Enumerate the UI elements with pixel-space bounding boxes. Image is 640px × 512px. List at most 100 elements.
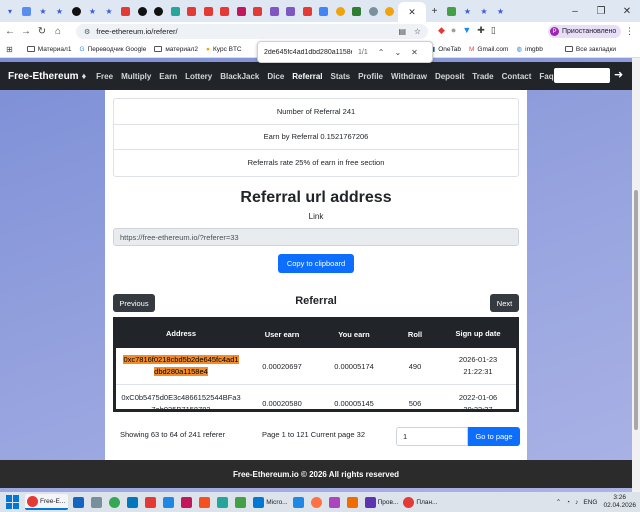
sign-in-icon[interactable]: ➜ [614,68,623,81]
find-input[interactable]: 2de645fc4ad1dbd280a1158e4 [264,49,352,56]
nav-earn[interactable]: Earn [159,72,177,81]
taskbar-app[interactable] [328,494,342,510]
taskbar-app[interactable] [145,494,158,510]
clock[interactable]: 3:26 02.04.2026 [603,494,636,510]
browser-tab[interactable] [167,3,183,19]
side-panel-icon[interactable]: ▯ [491,25,496,36]
taskbar-app[interactable] [346,494,360,510]
windows-start-icon[interactable] [6,495,20,509]
taskbar-app[interactable] [127,494,140,510]
nav-profile[interactable]: Profile [358,72,383,81]
browser-tab[interactable] [217,3,233,19]
scrollbar-thumb[interactable] [634,190,638,430]
extensions-puzzle-icon[interactable]: ✚ [477,25,485,36]
nav-referral[interactable]: Referral [292,72,322,81]
network-icon[interactable]: ◔ [566,499,570,506]
language-indicator[interactable]: ENG [583,499,597,506]
site-brand[interactable]: Free-Ethereum ♦ [8,71,86,82]
bookmark-link[interactable]: ● Курс BTC [206,46,242,53]
extension-icon[interactable]: ▼ [462,25,471,36]
browser-tab[interactable] [184,3,200,19]
browser-tab[interactable] [283,3,299,19]
find-prev-icon[interactable]: ⌃ [378,48,385,57]
page-icon[interactable]: ▤ [398,27,406,36]
browser-tab[interactable]: ★ [85,3,101,19]
bookmark-folder[interactable]: материал2 [154,46,198,53]
all-bookmarks[interactable]: Все закладки [564,46,616,53]
referral-link-field[interactable] [113,228,519,246]
nav-withdraw[interactable]: Withdraw [391,72,427,81]
nav-dice[interactable]: Dice [267,72,284,81]
home-icon[interactable]: ⌂ [50,26,66,37]
browser-tab[interactable] [316,3,332,19]
maximize-icon[interactable]: ❐ [588,6,614,17]
taskbar-app[interactable] [235,494,248,510]
taskbar-app[interactable] [73,494,86,510]
browser-tab[interactable]: ★ [101,3,117,19]
taskbar-app-plan[interactable]: План... [403,494,437,510]
browser-tab[interactable]: ★ [493,3,509,19]
find-close-icon[interactable]: ✕ [411,48,418,57]
minimize-icon[interactable]: – [562,6,588,17]
bookmark-link[interactable]: G Переводчик Google [79,46,146,53]
taskbar-app-check[interactable]: Пров... [364,494,398,510]
nav-search-input[interactable] [554,68,610,83]
nav-lottery[interactable]: Lottery [185,72,212,81]
nav-blackjack[interactable]: BlackJack [220,72,259,81]
browser-tab[interactable]: ★ [52,3,68,19]
browser-menu-icon[interactable]: ⋮ [625,26,634,37]
bookmark-link[interactable]: M Gmail.com [469,46,508,53]
back-icon[interactable]: ← [2,26,18,37]
find-next-icon[interactable]: ⌄ [394,48,401,57]
new-tab-button[interactable]: + [427,3,443,19]
bookmark-link[interactable]: ▮ OneTab [432,45,461,54]
browser-tab[interactable] [382,3,398,19]
taskbar-app[interactable] [163,494,176,510]
nav-faq[interactable]: Faq [539,72,553,81]
browser-tab[interactable]: ★ [476,3,492,19]
taskbar-app[interactable] [310,494,324,510]
next-button[interactable]: Next [490,294,519,312]
taskbar-app[interactable] [292,494,306,510]
nav-multiply[interactable]: Multiply [121,72,151,81]
browser-tab[interactable] [250,3,266,19]
browser-tab[interactable] [68,3,84,19]
reload-icon[interactable]: ↻ [34,26,50,37]
url-field[interactable]: ⚙ free-ethereum.io/referer/ ▤ ☆ [76,24,428,39]
nav-trade[interactable]: Trade [472,72,493,81]
browser-tab[interactable] [233,3,249,19]
forward-icon[interactable]: → [18,26,34,37]
browser-tab[interactable]: ★ [35,3,51,19]
browser-tab[interactable] [365,3,381,19]
go-to-page-button[interactable]: Go to page [468,427,520,446]
browser-tab[interactable] [200,3,216,19]
browser-tab[interactable]: ★ [460,3,476,19]
bookmark-link[interactable]: ◍ imgbb [516,45,542,54]
nav-stats[interactable]: Stats [331,72,351,81]
taskbar-app-browser[interactable]: Free-E... [25,494,69,510]
browser-tab[interactable] [134,3,150,19]
site-info-icon[interactable]: ⚙ [84,28,90,36]
extension-icon[interactable]: ● [451,25,456,36]
browser-tab[interactable] [349,3,365,19]
browser-tab-active[interactable]: ✕ [398,2,426,22]
browser-tab[interactable] [118,3,134,19]
browser-tab[interactable] [19,3,35,19]
close-icon[interactable]: ✕ [408,7,416,18]
browser-tab[interactable] [151,3,167,19]
taskbar-app[interactable] [199,494,212,510]
taskbar-app[interactable] [109,494,122,510]
copy-to-clipboard-button[interactable]: Copy to clipboard [278,254,354,273]
taskbar-app-microsoft[interactable]: Micro... [253,494,288,510]
bookmark-folder[interactable]: Материал1 [26,46,71,53]
profile-button[interactable]: P Приостановлено [548,25,622,38]
apps-grid-icon[interactable]: ⊞ [6,45,13,54]
browser-tab[interactable] [332,3,348,19]
page-number-input[interactable] [396,427,468,446]
taskbar-app[interactable] [181,494,194,510]
taskbar-app[interactable] [217,494,230,510]
browser-tab[interactable] [299,3,315,19]
tab-menu-icon[interactable]: ▾ [2,3,18,19]
taskbar-app[interactable] [91,494,104,510]
tray-chevron-icon[interactable]: ⌃ [556,498,561,506]
